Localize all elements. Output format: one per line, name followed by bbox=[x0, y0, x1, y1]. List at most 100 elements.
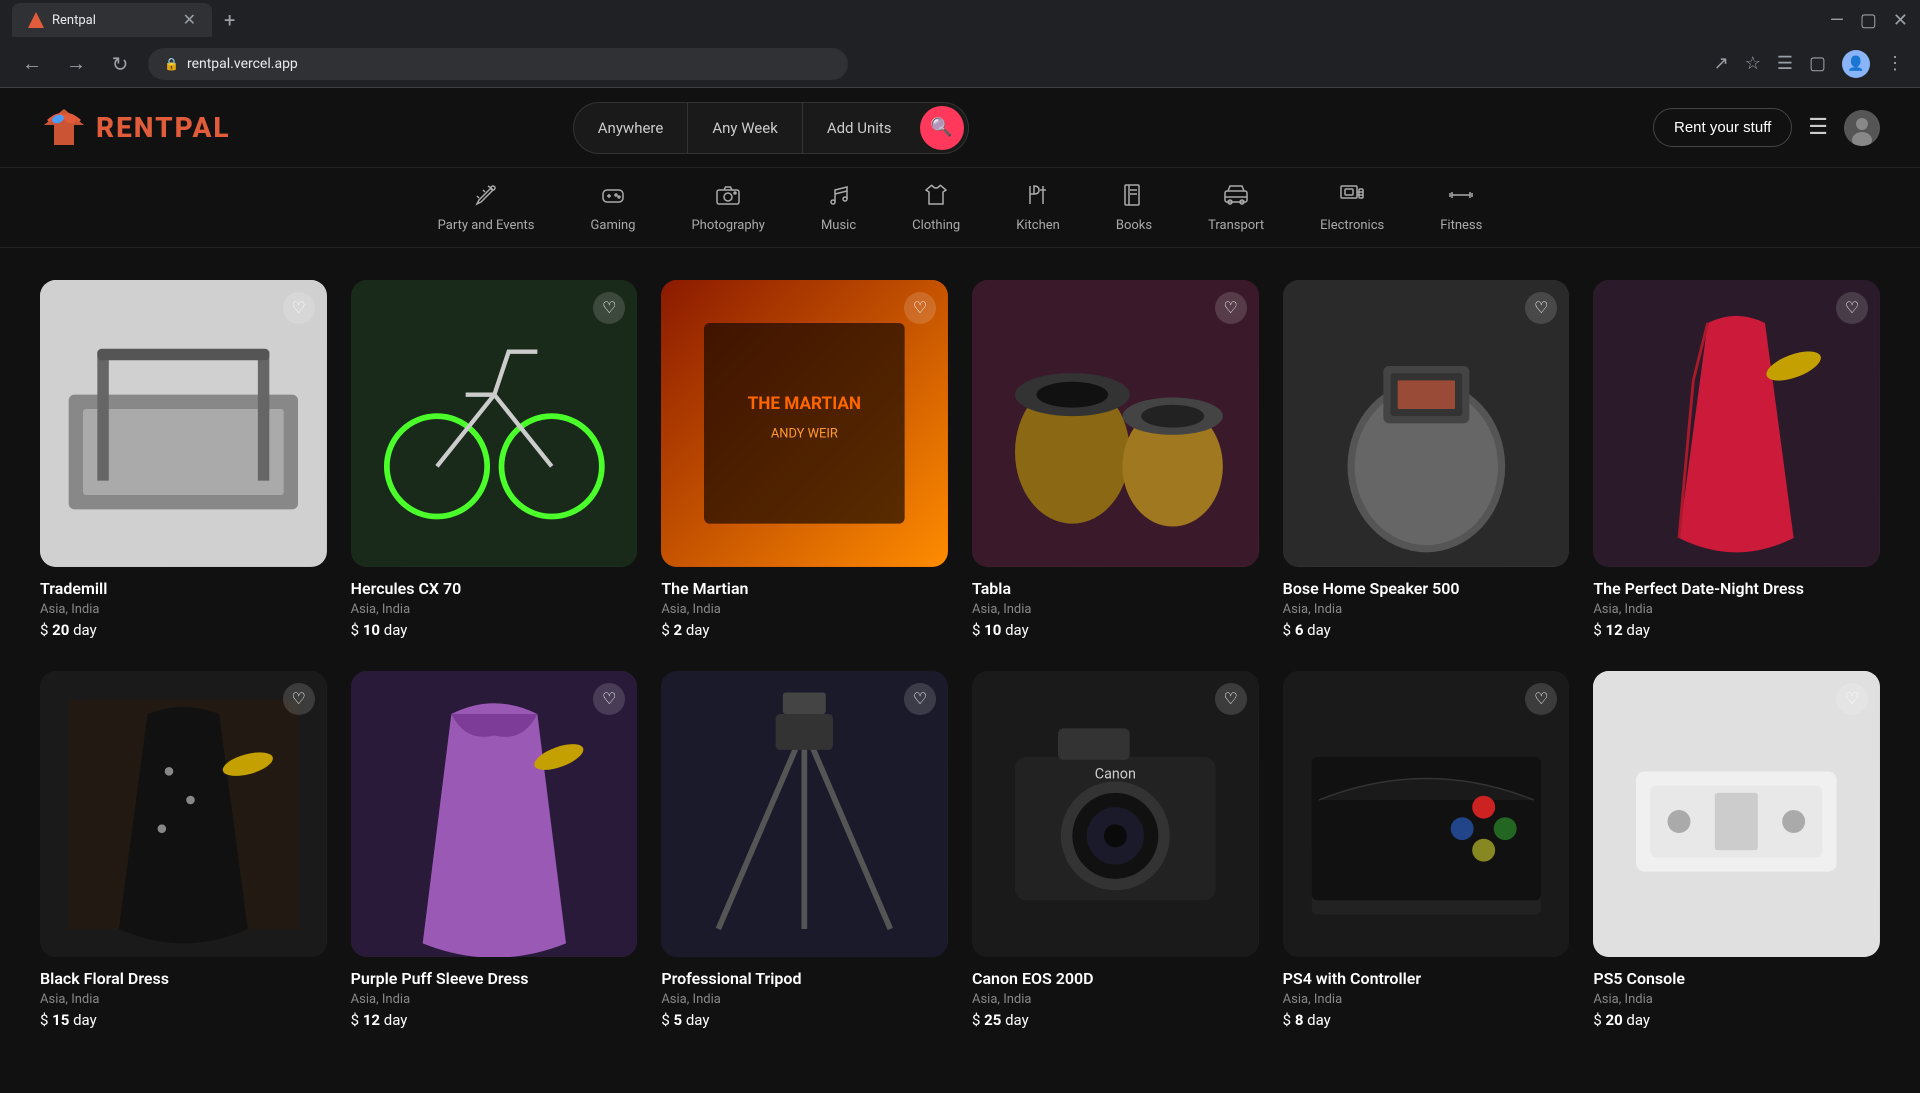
bookmark-icon[interactable]: ☆ bbox=[1745, 53, 1761, 74]
logo-text: RENTPAL bbox=[96, 111, 231, 144]
favorite-button[interactable]: ♡ bbox=[904, 683, 936, 715]
category-gaming[interactable]: Gaming bbox=[563, 168, 664, 247]
product-location: Asia, India bbox=[661, 992, 948, 1007]
favorite-button[interactable]: ♡ bbox=[283, 292, 315, 324]
rent-button[interactable]: Rent your stuff bbox=[1653, 108, 1792, 147]
clothing-icon bbox=[923, 182, 949, 212]
product-location: Asia, India bbox=[351, 992, 638, 1007]
date-search[interactable]: Any Week bbox=[688, 103, 802, 153]
category-transport[interactable]: Transport bbox=[1180, 168, 1292, 247]
more-options-icon[interactable]: ⋮ bbox=[1886, 53, 1904, 74]
fitness-label: Fitness bbox=[1440, 218, 1482, 233]
product-image-wrapper: ♡ bbox=[351, 671, 638, 958]
tab-close-button[interactable]: ✕ bbox=[183, 12, 196, 28]
location-search[interactable]: Anywhere bbox=[574, 103, 689, 153]
books-icon bbox=[1121, 182, 1147, 212]
product-card-dress-purple[interactable]: ♡ Purple Puff Sleeve Dress Asia, India $… bbox=[351, 671, 638, 1030]
browser-chrome: Rentpal ✕ + — ▢ ✕ bbox=[0, 0, 1920, 40]
clothing-label: Clothing bbox=[912, 218, 960, 233]
rent-button-label: Rent your stuff bbox=[1674, 119, 1771, 136]
header-right: Rent your stuff ☰ bbox=[1653, 108, 1880, 147]
favorite-button[interactable]: ♡ bbox=[1215, 683, 1247, 715]
gaming-label: Gaming bbox=[591, 218, 636, 233]
favorite-button[interactable]: ♡ bbox=[1525, 683, 1557, 715]
category-photography[interactable]: Photography bbox=[663, 168, 792, 247]
units-search[interactable]: Add Units bbox=[803, 103, 916, 153]
product-name: The Perfect Date-Night Dress bbox=[1593, 579, 1880, 598]
electronics-icon bbox=[1339, 182, 1365, 212]
favorite-button[interactable]: ♡ bbox=[904, 292, 936, 324]
category-music[interactable]: Music bbox=[793, 168, 884, 247]
logo-icon bbox=[40, 107, 88, 149]
search-icon: 🔍 bbox=[930, 117, 952, 138]
category-electronics[interactable]: Electronics bbox=[1292, 168, 1412, 247]
sidebar-icon[interactable]: ▢ bbox=[1809, 53, 1826, 74]
menu-icon[interactable]: ☰ bbox=[1808, 115, 1828, 140]
photography-icon bbox=[715, 182, 741, 212]
product-name: Hercules CX 70 bbox=[351, 579, 638, 598]
product-location: Asia, India bbox=[1593, 602, 1880, 617]
category-party[interactable]: Party and Events bbox=[410, 168, 563, 247]
favorite-button[interactable]: ♡ bbox=[1215, 292, 1247, 324]
forward-button[interactable]: → bbox=[60, 51, 92, 76]
product-name: Bose Home Speaker 500 bbox=[1283, 579, 1570, 598]
browser-tab[interactable]: Rentpal ✕ bbox=[12, 3, 212, 37]
party-icon bbox=[473, 182, 499, 212]
new-tab-button[interactable]: + bbox=[224, 8, 235, 32]
share-icon[interactable]: ↗ bbox=[1714, 53, 1729, 74]
product-name: The Martian bbox=[661, 579, 948, 598]
product-card-martian[interactable]: THE MARTIANANDY WEIR ♡ The Martian Asia,… bbox=[661, 280, 948, 639]
maximize-button[interactable]: ▢ bbox=[1860, 10, 1877, 31]
product-name: Trademill bbox=[40, 579, 327, 598]
address-field[interactable]: 🔒 rentpal.vercel.app bbox=[148, 48, 848, 80]
category-books[interactable]: Books bbox=[1088, 168, 1180, 247]
product-card-controller[interactable]: ♡ PS4 with Controller Asia, India $ 8 da… bbox=[1283, 671, 1570, 1030]
product-location: Asia, India bbox=[972, 992, 1259, 1007]
category-kitchen[interactable]: Kitchen bbox=[988, 168, 1088, 247]
minimize-button[interactable]: — bbox=[1830, 10, 1844, 31]
close-window-button[interactable]: ✕ bbox=[1893, 10, 1908, 31]
product-name: Tabla bbox=[972, 579, 1259, 598]
product-card-tabla[interactable]: ♡ Tabla Asia, India $ 10 day bbox=[972, 280, 1259, 639]
product-location: Asia, India bbox=[1593, 992, 1880, 1007]
product-location: Asia, India bbox=[1283, 992, 1570, 1007]
product-card-canon[interactable]: Canon ♡ Canon EOS 200D Asia, India $ 25 … bbox=[972, 671, 1259, 1030]
product-card-dress-black[interactable]: ♡ Black Floral Dress Asia, India $ 15 da… bbox=[40, 671, 327, 1030]
product-location: Asia, India bbox=[1283, 602, 1570, 617]
lock-icon: 🔒 bbox=[164, 57, 179, 71]
location-label: Anywhere bbox=[598, 119, 664, 137]
product-card-ps5[interactable]: ♡ PS5 Console Asia, India $ 20 day bbox=[1593, 671, 1880, 1030]
heart-icon: ♡ bbox=[1534, 689, 1548, 709]
product-card-treadmill[interactable]: ♡ Trademill Asia, India $ 20 day bbox=[40, 280, 327, 639]
reload-button[interactable]: ↻ bbox=[104, 52, 136, 76]
product-image-wrapper: Canon ♡ bbox=[972, 671, 1259, 958]
user-avatar[interactable] bbox=[1844, 110, 1880, 146]
tab-favicon bbox=[28, 12, 44, 28]
favorite-button[interactable]: ♡ bbox=[1836, 683, 1868, 715]
product-card-dress-red[interactable]: ♡ The Perfect Date-Night Dress Asia, Ind… bbox=[1593, 280, 1880, 639]
heart-icon: ♡ bbox=[913, 689, 927, 709]
product-image-wrapper: ♡ bbox=[40, 671, 327, 958]
category-clothing[interactable]: Clothing bbox=[884, 168, 988, 247]
logo-container[interactable]: RENTPAL bbox=[40, 107, 231, 149]
extensions-icon[interactable]: ☰ bbox=[1777, 53, 1793, 74]
transport-icon bbox=[1223, 182, 1249, 212]
product-name: PS5 Console bbox=[1593, 969, 1880, 988]
party-label: Party and Events bbox=[438, 218, 535, 233]
search-button[interactable]: 🔍 bbox=[920, 106, 964, 150]
product-card-speaker[interactable]: ♡ Bose Home Speaker 500 Asia, India $ 6 … bbox=[1283, 280, 1570, 639]
profile-avatar[interactable]: 👤 bbox=[1842, 50, 1870, 78]
address-text: rentpal.vercel.app bbox=[187, 56, 298, 72]
heart-icon: ♡ bbox=[291, 298, 305, 318]
product-card-tripod[interactable]: ♡ Professional Tripod Asia, India $ 5 da… bbox=[661, 671, 948, 1030]
product-image-wrapper: THE MARTIANANDY WEIR ♡ bbox=[661, 280, 948, 567]
favorite-button[interactable]: ♡ bbox=[283, 683, 315, 715]
favorite-button[interactable]: ♡ bbox=[593, 683, 625, 715]
date-label: Any Week bbox=[712, 119, 777, 137]
product-price: $ 25 day bbox=[972, 1011, 1259, 1029]
favorite-button[interactable]: ♡ bbox=[1836, 292, 1868, 324]
category-fitness[interactable]: Fitness bbox=[1412, 168, 1510, 247]
product-location: Asia, India bbox=[40, 602, 327, 617]
product-card-bike[interactable]: ♡ Hercules CX 70 Asia, India $ 10 day bbox=[351, 280, 638, 639]
back-button[interactable]: ← bbox=[16, 51, 48, 76]
